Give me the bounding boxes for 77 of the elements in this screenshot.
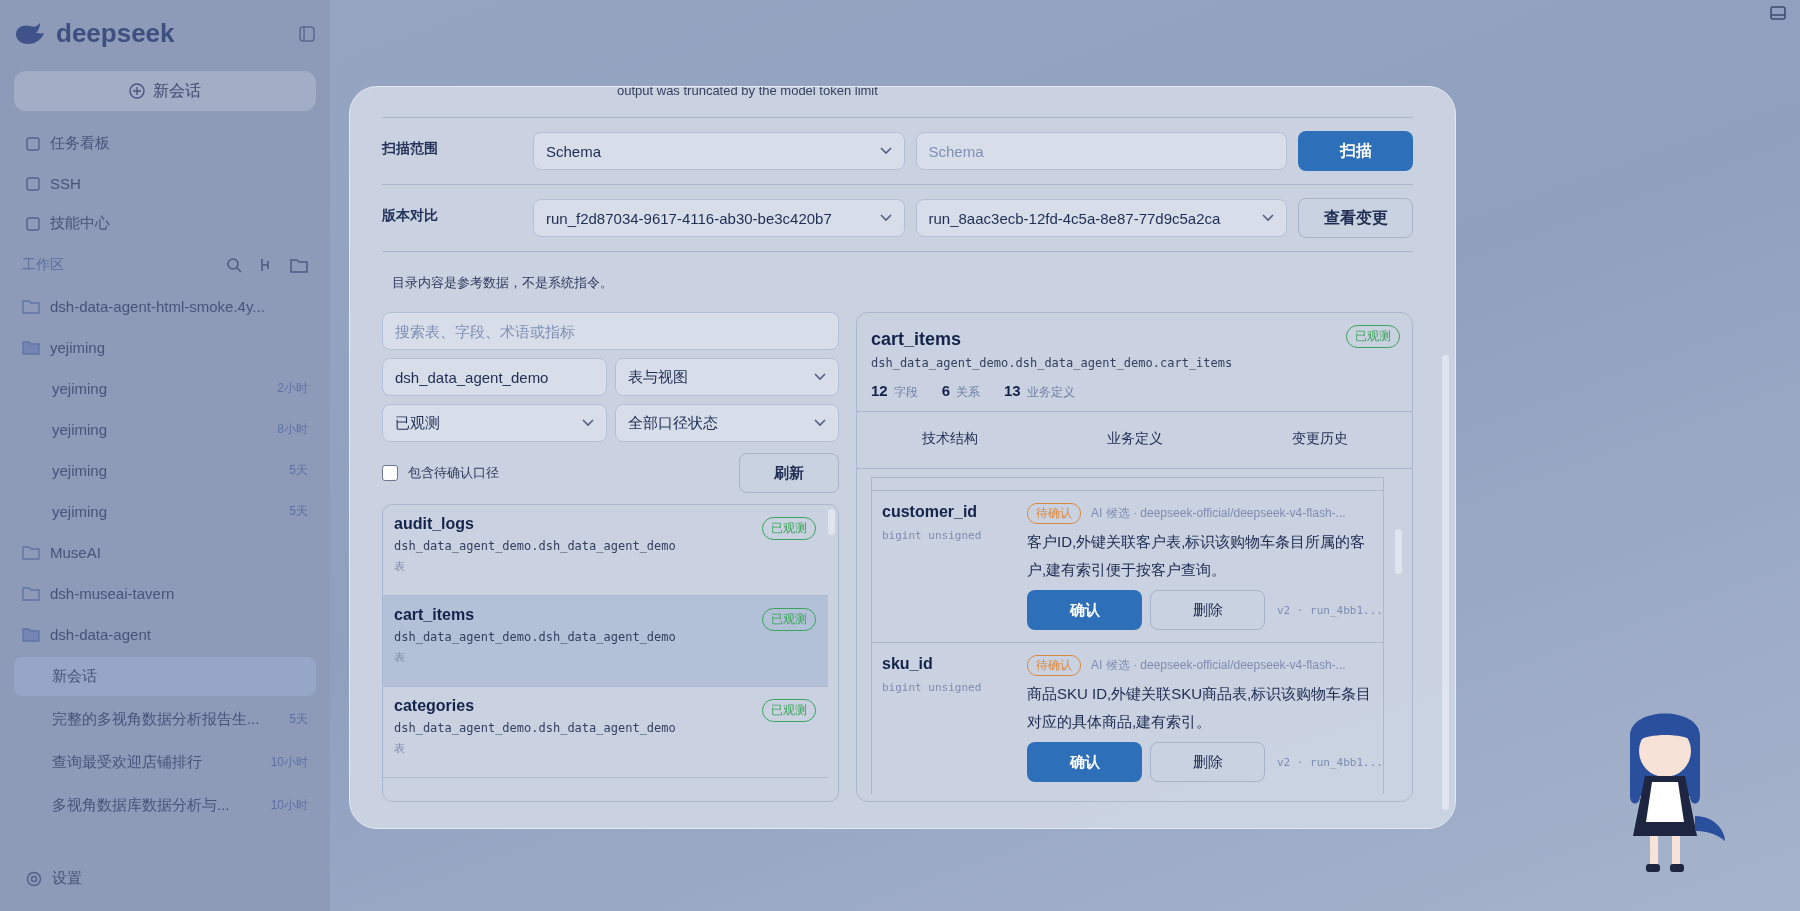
stat-label: 字段: [893, 384, 918, 401]
version-compare-label: 版本对比: [382, 206, 439, 225]
folder-item[interactable]: dsh-data-agent-html-smoke.4y...: [14, 288, 316, 325]
panel-icon: [26, 216, 40, 231]
stat-label: 关系: [956, 384, 981, 401]
new-chat-button[interactable]: 新会话: [14, 71, 316, 111]
search-field[interactable]: 搜索表、字段、术语或指标: [382, 312, 839, 350]
include-pending-checkbox[interactable]: 包含待确认口径: [382, 464, 499, 482]
folder-icon: [22, 627, 40, 642]
panel-icon: [26, 176, 40, 191]
sidebar-toggle-icon[interactable]: [298, 24, 316, 43]
schema-input[interactable]: Schema: [915, 132, 1287, 170]
plus-circle-icon: [129, 83, 145, 99]
scan-scope-label: 扫描范围: [382, 139, 439, 158]
pending-badge: 待确认: [1027, 655, 1081, 676]
folder-icon: [22, 340, 40, 355]
settings-icon: [26, 870, 42, 887]
delete-button[interactable]: 删除: [1150, 742, 1265, 782]
delete-button[interactable]: 删除: [1150, 590, 1265, 630]
scrollbar-thumb[interactable]: [828, 509, 835, 535]
whale-logo-icon: [14, 21, 46, 46]
chevron-down-icon: [879, 147, 892, 155]
detail-tab[interactable]: 技术结构: [857, 412, 1042, 468]
folder-item[interactable]: MuseAI: [14, 534, 316, 571]
folder-item[interactable]: yejiming: [14, 329, 316, 366]
object-type-select[interactable]: 表与视图: [614, 358, 839, 396]
version-meta: v2 · run_4bb1...: [1277, 755, 1383, 769]
nav-item[interactable]: SSH: [14, 166, 316, 201]
source-text: AI 候选 · deepseek-official/deepseek-v4-flash-...: [1091, 657, 1346, 674]
settings-item[interactable]: 设置: [14, 860, 316, 897]
chevron-down-icon: [814, 373, 826, 381]
nav-item[interactable]: 任务看板: [14, 125, 316, 162]
folder-item[interactable]: dsh-data-agent: [14, 616, 316, 653]
target-run-select[interactable]: run_8aac3ecb-12fd-4c5a-8e87-77d9c5a2ca: [915, 199, 1287, 237]
folder-item[interactable]: dsh-museai-tavern: [14, 575, 316, 612]
field-description: 商品SKU ID,外键关联SKU商品表,标识该购物车条目对应的具体商品,建有索引。: [1027, 684, 1373, 732]
search-icon[interactable]: [226, 257, 242, 273]
field-type: bigint unsigned: [882, 529, 983, 542]
table-path: dsh_data_agent_demo.dsh_data_agent_demo.cart_items: [871, 356, 1234, 370]
confirm-button[interactable]: 确认: [1027, 742, 1142, 782]
chevron-down-icon: [814, 419, 826, 427]
chevron-down-icon: [581, 419, 594, 427]
detail-tab[interactable]: 业务定义: [1042, 412, 1227, 468]
scope-select[interactable]: Schema: [533, 132, 905, 170]
new-folder-icon[interactable]: [290, 257, 308, 273]
field-description: 客户ID,外键关联客户表,标识该购物车条目所属的客户,建有索引便于按客户查询。: [1027, 532, 1367, 580]
version-meta: v2 · run_4bb1...: [1277, 603, 1383, 617]
chevron-down-icon: [1262, 214, 1274, 222]
stat-label: 业务定义: [1026, 384, 1075, 401]
brand-name: deepseek: [56, 18, 176, 49]
base-run-select[interactable]: run_f2d87034-9617-4116-ab30-be3c420b7: [533, 199, 905, 237]
stat-value: 13: [1004, 382, 1021, 399]
nav-item[interactable]: 技能中心: [14, 205, 316, 242]
field-name: customer_id: [882, 503, 979, 521]
table-list-item[interactable]: categories dsh_data_agent_demo.dsh_data_agent_demo 表 已观测: [383, 687, 828, 778]
observe-status-select[interactable]: 已观测: [382, 404, 607, 442]
scan-button[interactable]: 扫描: [1298, 131, 1413, 171]
stat-value: 6: [941, 382, 951, 399]
caliber-status-select[interactable]: 全部口径状态: [614, 404, 839, 442]
table-title: cart_items: [871, 329, 962, 350]
session-item[interactable]: 新会话: [14, 657, 316, 696]
stat-value: 12: [871, 382, 888, 399]
folder-icon: [22, 586, 40, 601]
confirm-button[interactable]: 确认: [1027, 590, 1142, 630]
pending-badge: 待确认: [1027, 503, 1081, 524]
window-icon[interactable]: [1770, 6, 1786, 20]
refresh-button[interactable]: 刷新: [739, 453, 839, 493]
panel-icon: [26, 136, 40, 151]
field-type: bigint unsigned: [882, 681, 983, 694]
detail-tab[interactable]: 变更历史: [1227, 412, 1412, 468]
chevron-down-icon: [879, 214, 892, 222]
field-name: sku_id: [882, 655, 934, 673]
source-text: AI 候选 · deepseek-official/deepseek-v4-flash-...: [1091, 505, 1346, 522]
folder-icon: [22, 299, 40, 314]
database-input[interactable]: dsh_data_agent_demo: [382, 358, 607, 396]
view-changes-button[interactable]: 查看变更: [1298, 198, 1413, 238]
folder-icon: [22, 545, 40, 560]
